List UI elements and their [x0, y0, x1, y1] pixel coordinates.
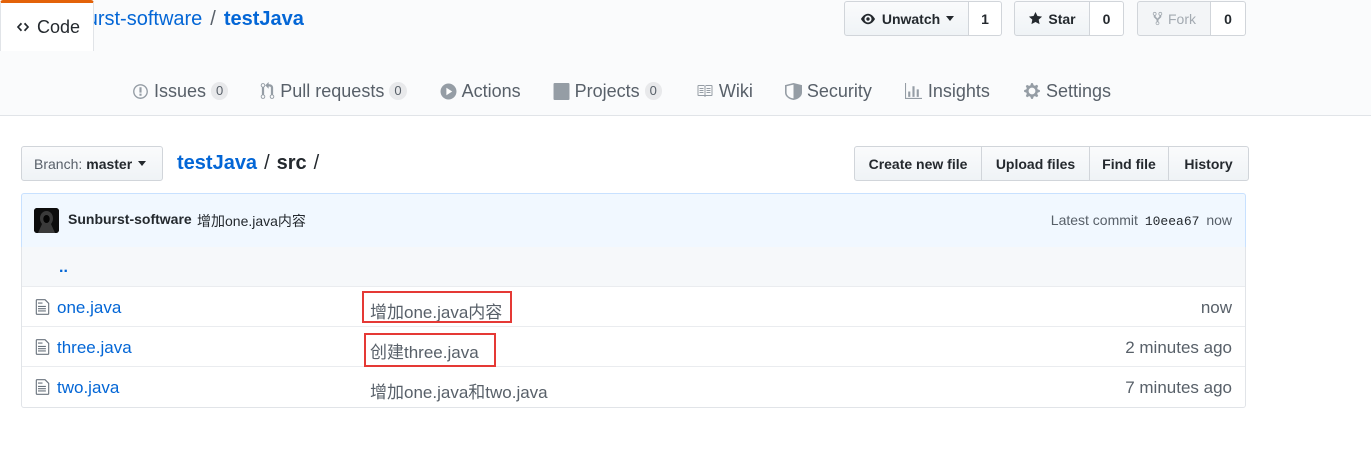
repo-title-separator: /: [210, 7, 216, 30]
tab-projects[interactable]: Projects 0: [553, 66, 662, 116]
watch-group: Unwatch 1: [844, 1, 1002, 36]
upload-files-button[interactable]: Upload files: [981, 146, 1090, 181]
tab-wiki-label: Wiki: [718, 80, 753, 101]
tab-settings[interactable]: Settings: [1023, 66, 1111, 116]
table-row: one.java 增加one.java内容 now: [22, 287, 1245, 327]
tab-settings-label: Settings: [1045, 80, 1111, 101]
shield-icon: [784, 82, 802, 100]
commit-author-link[interactable]: Sunburst-software: [68, 211, 192, 227]
file-age: 7 minutes ago: [1125, 378, 1232, 397]
gear-icon: [1024, 83, 1040, 99]
branch-value: master: [86, 155, 133, 172]
eye-icon: [860, 13, 875, 24]
breadcrumb: testJava / src /: [177, 150, 326, 176]
pull-request-icon: [261, 82, 275, 99]
star-icon: [1029, 11, 1043, 25]
hooded-figure-icon: [34, 208, 59, 233]
commit-sha-link[interactable]: 10eea67: [1145, 214, 1200, 229]
file-name-link[interactable]: two.java: [57, 378, 119, 398]
tab-code[interactable]: Code: [0, 0, 94, 51]
avatar[interactable]: [34, 208, 59, 233]
red-highlight-box: [362, 291, 512, 323]
tab-wiki[interactable]: Wiki: [695, 66, 753, 116]
file-icon: [35, 299, 50, 315]
file-name-link[interactable]: three.java: [57, 338, 132, 358]
file-commit-message-link[interactable]: 增加one.java和two.java: [370, 378, 548, 403]
file-actions: Create new file Upload files Find file H…: [854, 146, 1249, 181]
table-row: two.java 增加one.java和two.java 7 minutes a…: [22, 367, 1245, 407]
history-button[interactable]: History: [1168, 146, 1249, 181]
latest-commit-label: Latest commit: [1050, 212, 1138, 228]
star-count[interactable]: 0: [1090, 1, 1124, 36]
chevron-down-icon: [138, 161, 147, 166]
file-age: 2 minutes ago: [1125, 338, 1232, 357]
play-icon: [440, 83, 457, 99]
tab-security-label: Security: [806, 80, 872, 101]
commit-meta: Latest commit 10eea67 now: [1051, 212, 1232, 229]
latest-commit-bar: Sunburst-software 增加one.java内容 Latest co…: [21, 193, 1246, 248]
file-list: .. one.java 增加one.java内容 now three.java …: [21, 247, 1246, 408]
tab-insights[interactable]: Insights: [904, 66, 990, 116]
tab-issues[interactable]: Issues 0: [132, 66, 229, 116]
issues-counter: 0: [211, 82, 229, 100]
tab-projects-label: Projects: [574, 80, 640, 101]
repo-name-link[interactable]: testJava: [224, 8, 304, 31]
file-name-link[interactable]: one.java: [57, 298, 121, 318]
star-label: Star: [1048, 10, 1076, 27]
breadcrumb-trailing-separator: /: [313, 151, 320, 174]
projects-counter: 0: [644, 82, 662, 100]
branch-label: Branch:: [34, 155, 83, 172]
tab-pull-requests-label: Pull requests: [280, 80, 385, 101]
issue-icon: [133, 83, 148, 99]
table-row: three.java 创建three.java 2 minutes ago: [22, 327, 1245, 367]
red-highlight-box: [364, 333, 496, 367]
pull-requests-counter: 0: [389, 82, 407, 100]
file-icon: [35, 379, 50, 395]
graph-icon: [904, 82, 922, 99]
fork-count[interactable]: 0: [1211, 1, 1246, 36]
code-icon: [16, 22, 30, 32]
unwatch-button[interactable]: Unwatch: [844, 1, 969, 36]
commit-message-link[interactable]: 增加one.java内容: [197, 211, 306, 231]
tab-actions[interactable]: Actions: [440, 66, 521, 116]
parent-directory-link[interactable]: ..: [59, 259, 68, 277]
star-group: Star 0: [1014, 1, 1124, 36]
create-new-file-button[interactable]: Create new file: [854, 146, 982, 181]
commit-age: now: [1206, 212, 1232, 228]
unwatch-label: Unwatch: [881, 10, 941, 27]
tab-pull-requests[interactable]: Pull requests 0: [260, 66, 407, 116]
tab-code-label: Code: [36, 16, 81, 37]
parent-directory-row: ..: [22, 247, 1245, 287]
watch-count[interactable]: 1: [969, 1, 1002, 36]
repo-tabs: Issues 0 Pull requests 0 Actions Project…: [21, 66, 1111, 116]
chevron-down-icon: [946, 16, 955, 21]
breadcrumb-separator: /: [264, 151, 270, 174]
fork-icon: [1152, 11, 1163, 26]
tab-security[interactable]: Security: [784, 66, 872, 116]
tab-issues-label: Issues: [154, 80, 207, 101]
fork-button[interactable]: Fork: [1137, 1, 1211, 36]
repo-header: Sunburst-software / testJava Unwatch 1 S…: [0, 0, 1371, 116]
breadcrumb-root-link[interactable]: testJava: [177, 152, 257, 175]
book-icon: [697, 85, 713, 97]
fork-label: Fork: [1168, 10, 1196, 27]
star-button[interactable]: Star: [1014, 1, 1090, 36]
tab-insights-label: Insights: [927, 80, 990, 101]
find-file-button[interactable]: Find file: [1089, 146, 1169, 181]
fork-group: Fork 0: [1137, 1, 1246, 36]
branch-select-button[interactable]: Branch: master: [21, 146, 163, 181]
tab-actions-label: Actions: [461, 80, 521, 101]
breadcrumb-current: src: [276, 151, 307, 174]
file-age: now: [1200, 298, 1232, 317]
file-icon: [35, 339, 50, 355]
project-icon: [553, 82, 570, 100]
